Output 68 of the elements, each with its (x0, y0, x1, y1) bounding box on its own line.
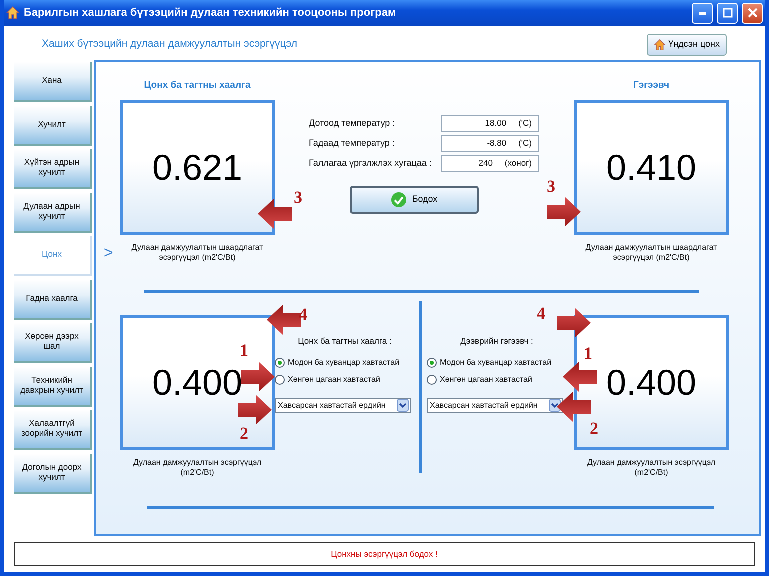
unit-label: ('C) (518, 117, 532, 130)
sidebar-item[interactable]: Халаалтгүй зоорийн хучилт (14, 410, 92, 450)
input-label: Галлагаа үргэлжлэх хугацаа : (309, 156, 432, 170)
sidebar-item[interactable]: Доголын доорх хучилт (14, 454, 92, 494)
checkmark-icon (391, 192, 408, 208)
input-field[interactable]: 240 (хоног) (441, 155, 539, 172)
dropdown[interactable]: Хавсарсан хавтастай ердийн (427, 398, 563, 413)
result-value: 0.410 (574, 100, 729, 235)
field-value: 240 (478, 157, 493, 170)
result-caption: Дулаан дамжуулалтын шаардлагат эсэргүүцэл (m2'C/Bt) (130, 243, 264, 262)
callout-number: 2 (590, 420, 598, 437)
house-icon (6, 6, 20, 20)
input-field[interactable]: 18.00 ('C) (441, 115, 539, 132)
callout-number: 1 (584, 345, 592, 362)
arrow-icon (258, 199, 292, 229)
radio-option[interactable]: Хөнгөн цагаан хавтастай (275, 373, 380, 387)
group-label: Дээврийн гэгээвч : (460, 335, 534, 348)
sidebar-item[interactable]: Хүйтэн адрын хучилт (14, 149, 92, 189)
arrow-icon (557, 308, 591, 338)
callout-number: 2 (240, 425, 248, 442)
section-title: Гэгээвч (633, 78, 670, 93)
arrow-icon (238, 395, 272, 425)
page-title: Хаших бүтээцийн дулаан дамжуулалтын эсэргүүцэл (42, 37, 298, 52)
field-value: -8.80 (487, 137, 507, 150)
arrow-icon (547, 197, 581, 227)
arrow-icon (267, 305, 301, 335)
result-caption: Дулаан дамжуулалтын эсэргүүцэл (m2'C/Bt) (586, 458, 717, 478)
input-field[interactable]: -8.80 ('C) (441, 135, 539, 152)
sidebar-item[interactable]: Хөрсөн дээрх шал (14, 323, 92, 363)
minimize-button[interactable] (692, 2, 713, 24)
result-caption: Дулаан дамжуулалтын шаардлагат эсэргүүцэл (m2'C/Bt) (584, 243, 718, 262)
close-icon (748, 8, 758, 18)
sidebar-item[interactable]: Техникийн давхрын хучилт (14, 366, 92, 406)
dropdown[interactable]: Хавсарсан хавтастай ердийн (275, 398, 411, 413)
window-title: Барилгын хашлага бүтээцийн дулаан техникийн тооцооны програм (24, 6, 398, 21)
arrow-icon (557, 392, 591, 422)
arrow-icon (241, 362, 275, 392)
callout-number: 4 (299, 306, 308, 323)
selection-pointer: > (104, 246, 114, 262)
input-label: Гадаад температур : (309, 136, 395, 150)
minimize-icon (699, 12, 706, 14)
calculate-button[interactable]: Бодох (350, 186, 479, 214)
sidebar-item[interactable]: Гадна хаалга (14, 280, 92, 320)
sidebar-item[interactable]: Хана (14, 62, 92, 102)
callout-number: 3 (294, 189, 302, 206)
section-title: Цонх ба тагтны хаалга (144, 78, 251, 93)
radio-option[interactable]: Модон ба хуванцар хавтастай (275, 356, 400, 370)
unit-label: ('C) (518, 137, 532, 150)
result-value: 0.621 (120, 100, 275, 235)
house-icon (654, 39, 666, 51)
arrow-icon (563, 362, 597, 392)
field-value: 18.00 (485, 117, 507, 130)
callout-number: 4 (537, 305, 546, 322)
callout-number: 3 (547, 178, 556, 195)
result-caption: Дулаан дамжуулалтын эсэргүүцэл (m2'C/Bt) (132, 458, 263, 478)
group-label: Цонх ба тагтны хаалга : (297, 335, 393, 348)
callout-number: 1 (240, 342, 248, 359)
status-message: Цонхны эсэргүүцэл бодох ! (14, 542, 755, 566)
maximize-icon (722, 8, 732, 18)
close-button[interactable] (742, 2, 763, 24)
radio-option[interactable]: Хөнгөн цагаан хавтастай (427, 373, 532, 387)
maximize-button[interactable] (717, 2, 738, 24)
sidebar-item[interactable]: Хучилт (14, 106, 92, 146)
unit-label: (хоног) (504, 157, 532, 170)
input-label: Дотоод температур : (309, 116, 396, 130)
radio-option[interactable]: Модон ба хуванцар хавтастай (427, 356, 552, 370)
sidebar-item[interactable]: Дулаан адрын хучилт (14, 192, 92, 232)
home-button[interactable]: Үндсэн цонх (646, 34, 727, 56)
